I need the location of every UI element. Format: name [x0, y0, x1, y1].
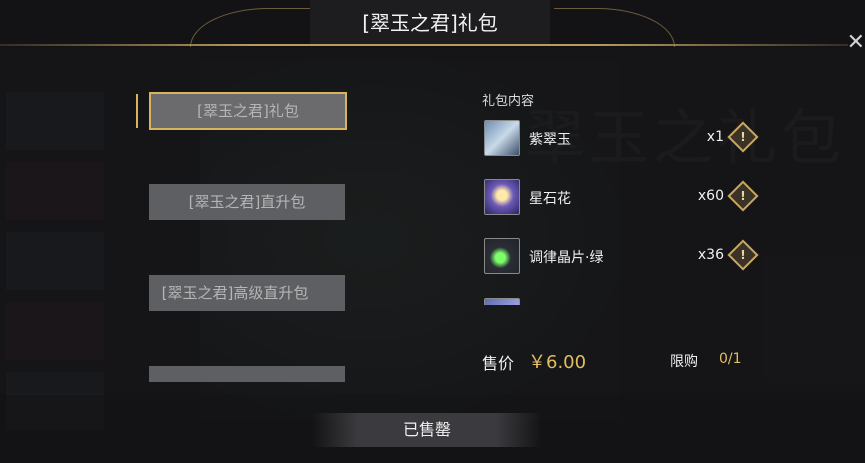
info-icon[interactable]: !: [727, 121, 759, 153]
list-item[interactable]: [484, 298, 754, 305]
item-icon: [484, 298, 520, 305]
item-quantity: x60: [697, 188, 724, 204]
purchase-limit-label: 限购: [670, 354, 698, 370]
item-name: 紫翠玉: [529, 132, 571, 148]
modal-title: [翠玉之君]礼包: [310, 0, 550, 44]
star-flower-icon: [484, 179, 520, 215]
list-item[interactable]: 调律晶片·绿 x36 !: [484, 238, 759, 274]
info-icon[interactable]: !: [727, 239, 759, 271]
item-name: 星石花: [529, 191, 571, 207]
price-label: 售价: [482, 354, 515, 373]
package-list[interactable]: [翠玉之君]礼包 [翠玉之君]直升包 [翠玉之君]高级直升包: [128, 92, 358, 382]
info-icon[interactable]: !: [727, 180, 759, 212]
package-item-jade-lord-level-up[interactable]: [翠玉之君]直升包: [149, 184, 345, 220]
item-quantity: x36: [697, 247, 724, 263]
package-item-jade-lord-advanced-level-up[interactable]: [翠玉之君]高级直升包: [149, 275, 345, 311]
item-name: 调律晶片·绿: [529, 250, 604, 266]
contents-list[interactable]: 紫翠玉 x1 ! 星石花 x60 ! 调律晶片·绿 x36 !: [484, 120, 764, 305]
package-item-partial[interactable]: [149, 366, 345, 382]
list-item[interactable]: 紫翠玉 x1 !: [484, 120, 759, 156]
purchase-limit-value: 0/1: [719, 351, 742, 367]
sold-out-button[interactable]: 已售罄: [312, 413, 542, 447]
list-item[interactable]: 星石花 x60 !: [484, 179, 759, 215]
green-crystal-icon: [484, 238, 520, 274]
item-quantity: x1: [706, 129, 724, 145]
package-item-jade-lord-pack[interactable]: [翠玉之君]礼包: [149, 92, 347, 130]
character-portrait-icon: [484, 120, 520, 156]
price-value: ￥6.00: [528, 352, 587, 373]
contents-heading: 礼包内容: [482, 94, 535, 109]
header-divider: [0, 44, 848, 46]
